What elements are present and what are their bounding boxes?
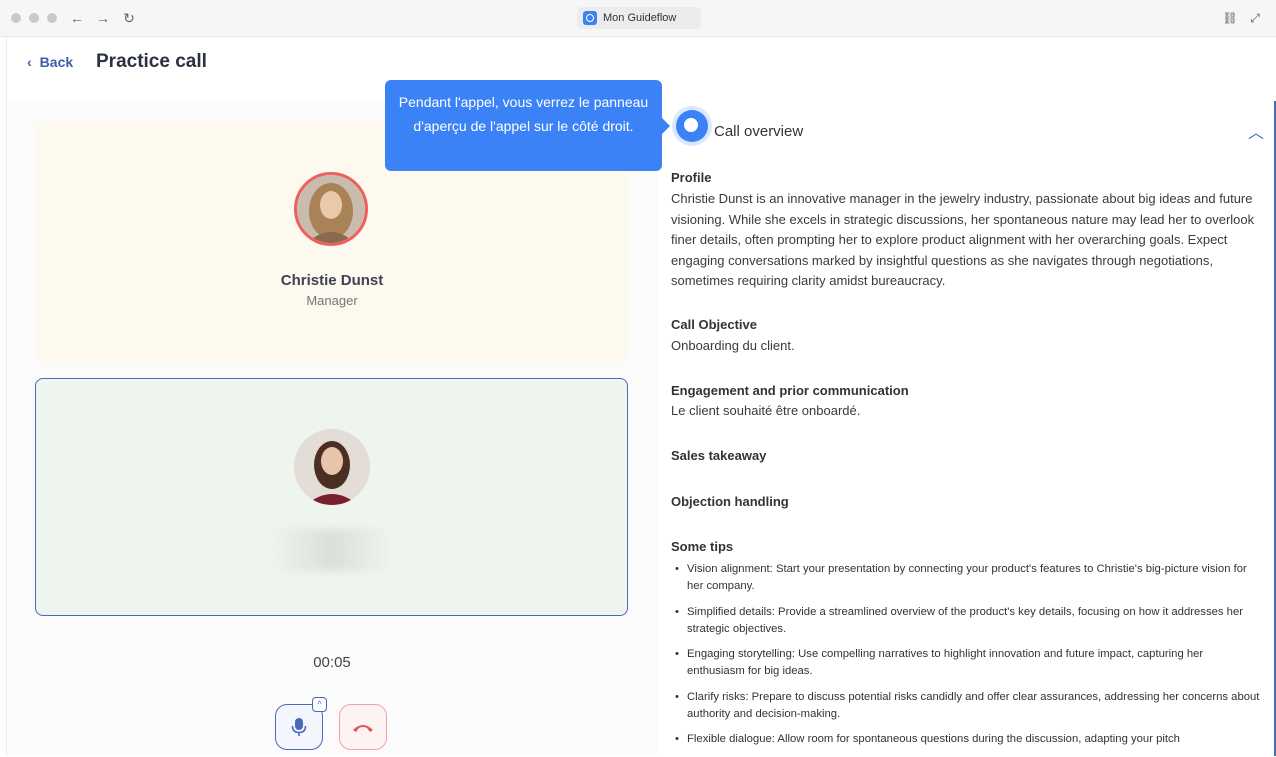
- tip-item: Engaging storytelling: Use compelling na…: [671, 646, 1261, 680]
- user-avatar: [294, 429, 370, 505]
- call-overview-panel: Call overview ︿ Profile Christie Dunst i…: [657, 101, 1276, 756]
- call-overview-title: Call overview: [714, 123, 804, 140]
- guideflow-favicon-icon: [583, 11, 597, 25]
- copy-link-icon[interactable]: ⛓: [1221, 9, 1239, 27]
- user-video-tile: [35, 378, 628, 616]
- profile-text: Christie Dunst is an innovative manager …: [671, 191, 1255, 288]
- prospect-name: Christie Dunst: [280, 272, 384, 289]
- address-bar[interactable]: Mon Guideflow: [577, 7, 701, 29]
- tip-item: Vision alignment: Start your presentatio…: [671, 561, 1261, 595]
- phone-hangup-icon: [353, 725, 373, 732]
- window-minimize-dot[interactable]: [29, 13, 39, 23]
- objective-text: Onboarding du client.: [671, 338, 795, 353]
- call-overview-icon: [676, 110, 708, 142]
- back-button[interactable]: ‹ Back: [27, 54, 73, 70]
- expand-icon[interactable]: ⤢: [1246, 9, 1264, 27]
- window-close-dot[interactable]: [11, 13, 21, 23]
- hang-up-button[interactable]: [339, 704, 387, 750]
- profile-heading: Profile: [671, 170, 712, 185]
- collapse-chevron-up-icon[interactable]: ︿: [1248, 119, 1264, 143]
- tab-title: Mon Guideflow: [603, 12, 677, 24]
- tip-item: Flexible dialogue: Allow room for sponta…: [671, 731, 1261, 748]
- microphone-options-chevron-icon[interactable]: ^: [312, 697, 327, 712]
- objection-handling-heading: Objection handling: [671, 494, 789, 509]
- user-name-blurred: [271, 529, 391, 571]
- user-portrait: [294, 429, 370, 505]
- back-label: Back: [39, 54, 74, 70]
- tips-list: Vision alignment: Start your presentatio…: [671, 561, 1261, 757]
- page-title: Practice call: [96, 51, 207, 72]
- window-zoom-dot[interactable]: [47, 13, 57, 23]
- call-timer: 00:05: [313, 654, 351, 671]
- guide-tooltip[interactable]: Pendant l'appel, vous verrez le panneau …: [385, 80, 670, 171]
- browser-forward-icon[interactable]: →: [94, 9, 112, 27]
- engagement-heading: Engagement and prior communication: [671, 383, 909, 398]
- prospect-avatar: [294, 172, 368, 246]
- sales-takeaway-heading: Sales takeaway: [671, 448, 767, 463]
- browser-toolbar: ← → ↻ Mon Guideflow ⛓ ⤢: [0, 0, 1276, 37]
- browser-reload-icon[interactable]: ↻: [120, 9, 138, 27]
- tip-item: Simplified details: Provide a streamline…: [671, 604, 1261, 638]
- microphone-icon: [291, 718, 307, 736]
- back-chevron-icon: ‹: [27, 54, 32, 70]
- engagement-text: Le client souhaité être onboardé.: [671, 403, 861, 418]
- prospect-portrait: [297, 175, 365, 243]
- tips-heading: Some tips: [671, 539, 734, 554]
- browser-back-icon[interactable]: ←: [68, 9, 86, 27]
- objective-heading: Call Objective: [671, 317, 757, 332]
- prospect-role: Manager: [306, 293, 358, 308]
- practice-call-app: ‹ Back Practice call Christie Dunst Mana…: [6, 37, 1276, 756]
- tip-item: Clarify risks: Prepare to discuss potent…: [671, 689, 1261, 723]
